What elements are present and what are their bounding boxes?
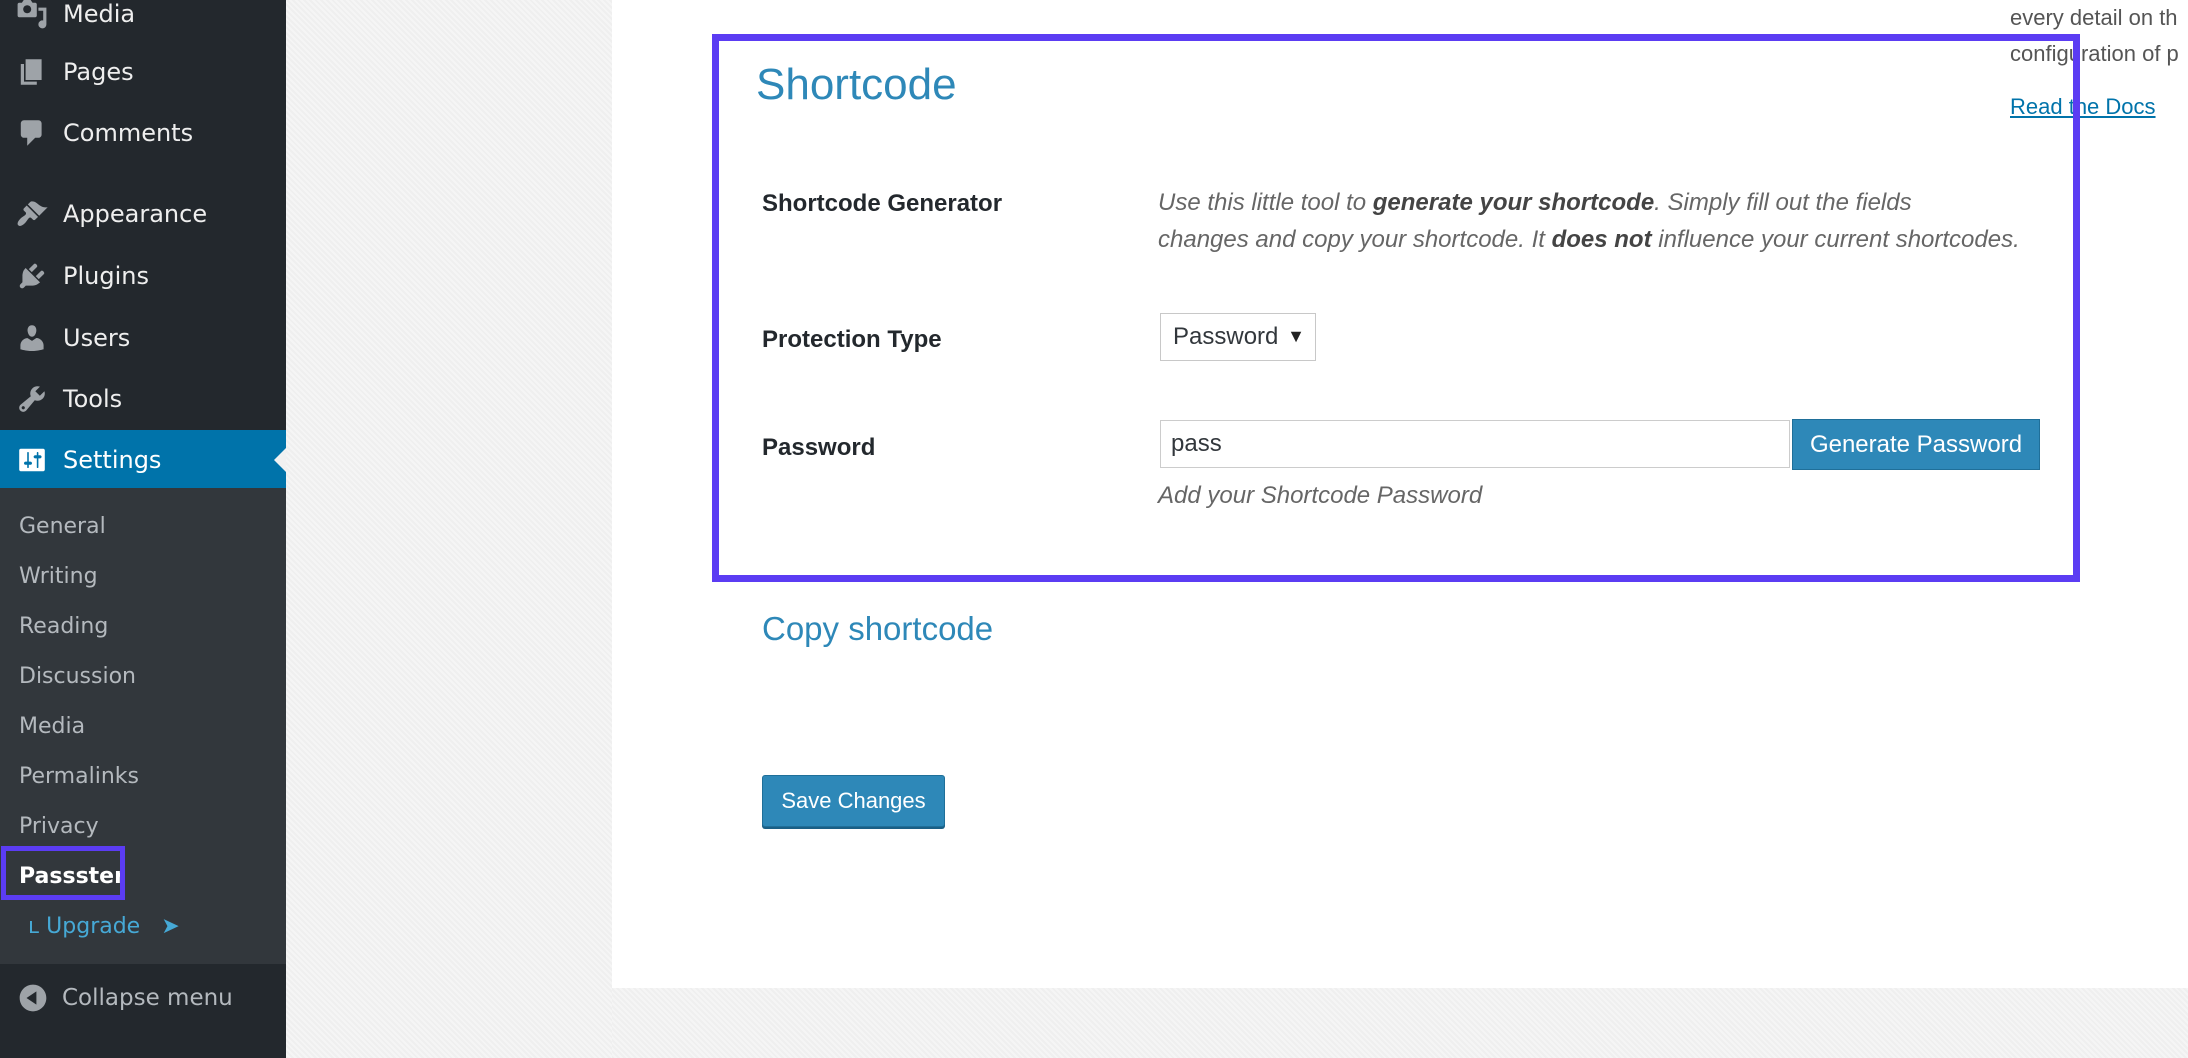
submenu-item-writing[interactable]: Writing [19,564,98,589]
aside-line: every detail on th [2010,5,2178,30]
save-changes-button[interactable]: Save Changes [762,775,945,827]
menu-item-label: Comments [63,119,194,147]
menu-item-label: Appearance [63,200,208,228]
menu-item-label: Plugins [63,262,149,290]
arrow-right-icon: ➤ [147,914,180,939]
submenu-item-general[interactable]: General [19,514,106,539]
upgrade-branch-icon: ʟ [28,914,40,939]
admin-sidebar: Media Pages Comments Appearance Plugins … [0,0,286,1058]
menu-item-media[interactable]: Media [0,0,286,42]
settings-icon [14,442,50,478]
submenu-item-media[interactable]: Media [19,714,85,739]
menu-item-appearance[interactable]: Appearance [0,186,286,242]
submenu-item-upgrade[interactable]: ʟ Upgrade ➤ [28,914,180,939]
menu-item-plugins[interactable]: Plugins [0,248,286,304]
copy-shortcode-title: Copy shortcode [762,610,994,647]
menu-item-users[interactable]: Users [0,310,286,366]
appearance-icon [14,196,50,232]
comments-icon [14,115,50,151]
collapse-menu-button[interactable]: Collapse menu [0,970,286,1026]
menu-item-label: Users [63,324,131,352]
menu-item-label: Settings [63,446,162,474]
menu-item-settings[interactable]: Settings [0,430,286,490]
submenu-item-permalinks[interactable]: Permalinks [19,764,139,789]
content-footer-area [612,988,2188,1058]
plugins-icon [14,258,50,294]
submenu-item-privacy[interactable]: Privacy [19,814,99,839]
collapse-label: Collapse menu [62,985,233,1011]
content-gutter [286,0,612,1058]
menu-item-label: Tools [63,385,123,413]
users-icon [14,320,50,356]
passster-highlight-box [1,846,125,900]
submenu-item-discussion[interactable]: Discussion [19,664,136,689]
menu-item-label: Pages [63,58,134,86]
media-icon [14,0,50,32]
menu-item-tools[interactable]: Tools [0,371,286,427]
collapse-icon [16,981,50,1015]
tools-icon [14,381,50,417]
menu-item-comments[interactable]: Comments [0,105,286,161]
upgrade-label: Upgrade [46,914,141,939]
menu-item-label: Media [63,0,136,28]
current-indicator [274,448,286,472]
pages-icon [14,54,50,90]
submenu-item-reading[interactable]: Reading [19,614,108,639]
menu-item-pages[interactable]: Pages [0,44,286,100]
shortcode-highlight-box [712,34,2080,582]
